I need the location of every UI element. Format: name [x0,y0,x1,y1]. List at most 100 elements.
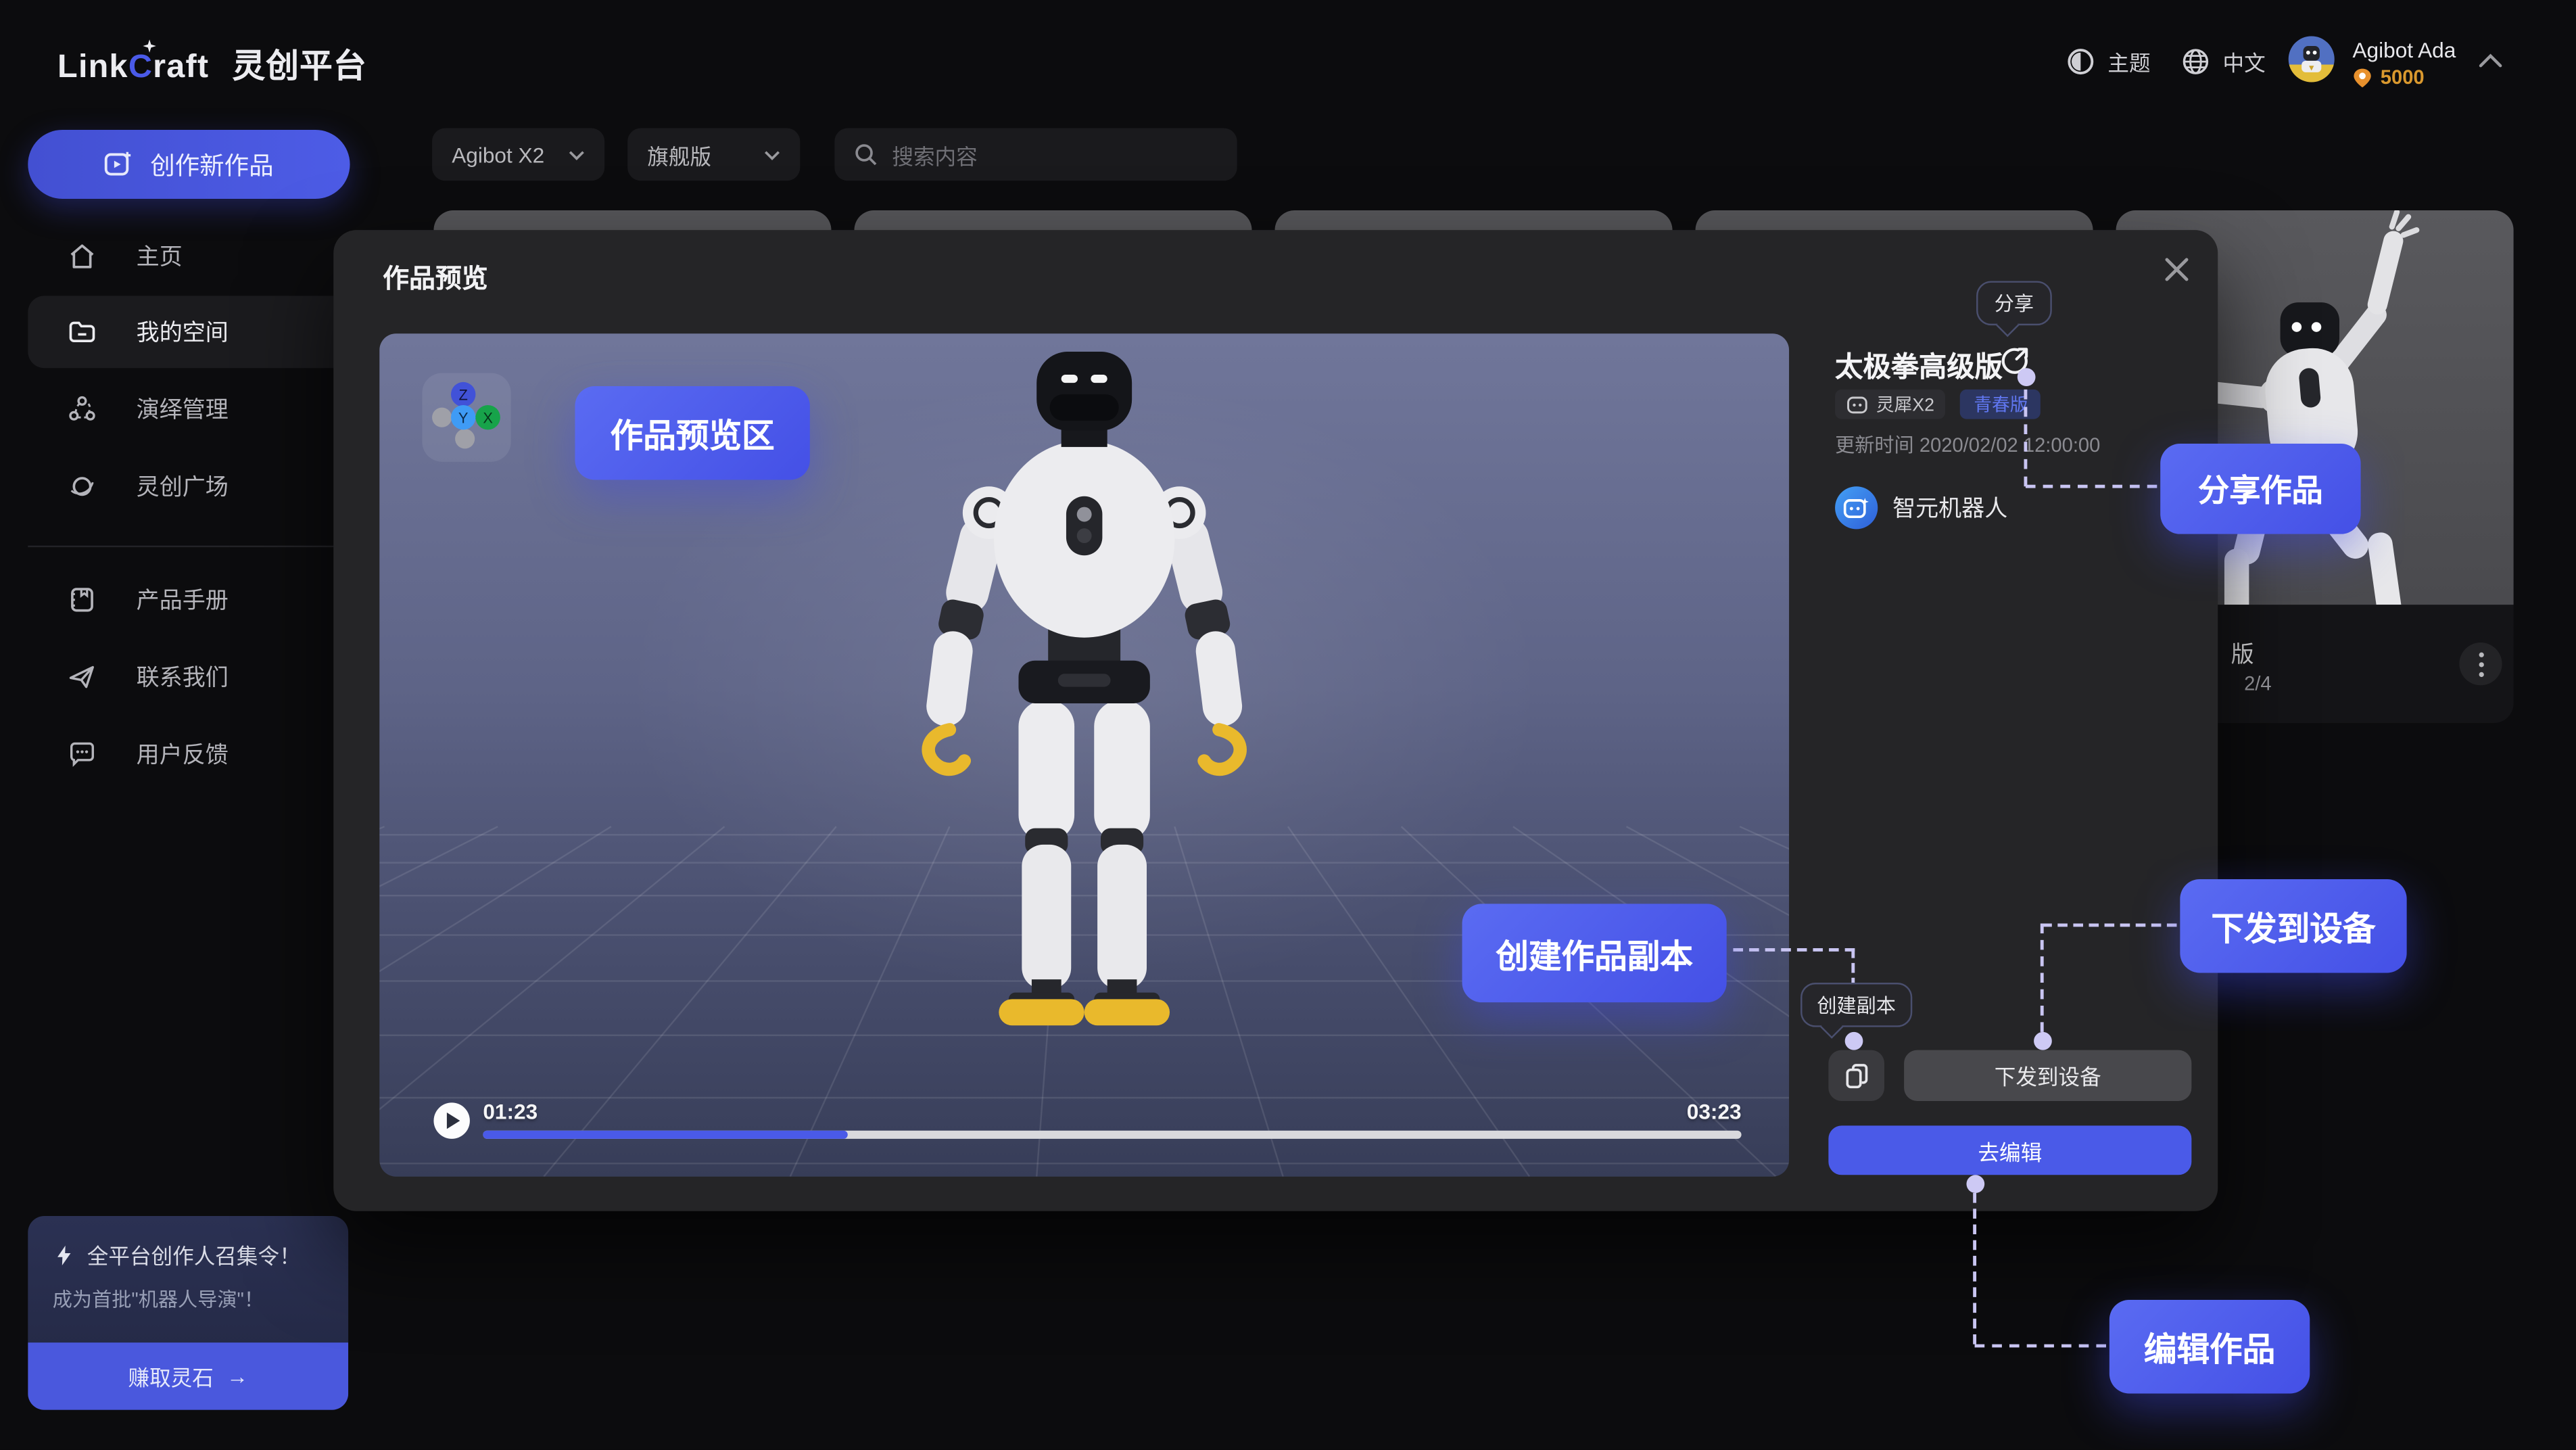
callout-preview-area: 作品预览区 [575,386,809,480]
creator-robot-icon [1843,496,1869,519]
edition-dropdown[interactable]: 旗舰版 [627,128,800,181]
copy-tooltip: 创建副本 [1800,983,1912,1027]
current-time: 01:23 [483,1100,538,1124]
callout-create-copy: 创建作品副本 [1462,904,1727,1002]
sidebar-item-home[interactable]: 主页 [28,220,350,293]
chevron-up-icon [2477,53,2504,69]
logo-text-link: Link [57,49,128,85]
callout-edit-work: 编辑作品 [2109,1300,2310,1393]
creator-call-banner: 全平台创作人召集令！ 成为首批"机器人导演"！ 赚取灵石 → [28,1216,348,1410]
banner-subtitle: 成为首批"机器人导演"！ [53,1285,348,1313]
folder-icon [68,317,97,347]
coin-balance: 5000 [2352,66,2424,89]
go-edit-button[interactable]: 去编辑 [1828,1125,2191,1175]
app-root: LinkCraft 灵创平台 创作新作品 主页 我的空间 演绎管理 灵创广场 产… [0,0,2576,1449]
language-switcher[interactable]: 中文 [2182,39,2266,82]
guide-line [1851,948,1855,987]
sidebar-item-feedback[interactable]: 用户反馈 [28,718,350,791]
chevron-down-icon [569,149,585,160]
creator-row[interactable]: 智元机器人 [1835,486,2007,529]
sidebar-item-label: 我的空间 [137,316,229,349]
search-placeholder: 搜索内容 [892,139,977,170]
work-card-count: 2/4 [2244,672,2272,695]
work-card-menu-button[interactable] [2459,642,2502,685]
edition-badge: 青春版 [1961,390,2041,419]
create-work-button[interactable]: 创作新作品 [28,130,350,199]
play-button[interactable] [433,1102,469,1138]
sidebar-item-performance[interactable]: 演绎管理 [28,373,350,446]
copy-tooltip-label: 创建副本 [1817,991,1896,1019]
copy-icon [1844,1062,1868,1089]
robot-head-icon [1846,395,1868,413]
work-badges: 灵犀X2 青春版 [1835,390,2041,419]
model-badge-label: 灵犀X2 [1876,391,1934,417]
banner-title: 全平台创作人召集令！ [87,1239,301,1270]
sidebar-divider [28,546,350,547]
guide-line [1973,1193,1976,1344]
sidebar-item-label: 用户反馈 [137,738,229,771]
create-video-icon [104,149,134,179]
logo-letter-c: C [128,49,153,85]
collapse-chevron[interactable] [2477,47,2504,77]
send-icon [68,662,97,692]
home-icon [68,241,97,271]
chat-icon [68,739,97,769]
sidebar-item-label: 主页 [137,240,183,273]
share-tooltip: 分享 [1976,281,2052,325]
book-icon [68,585,97,615]
progress-track[interactable] [483,1131,1741,1139]
deploy-button[interactable]: 下发到设备 [1904,1050,2191,1101]
edition-badge-label: 青春版 [1974,391,2028,417]
model-badge: 灵犀X2 [1835,390,1946,419]
sidebar-item-contact[interactable]: 联系我们 [28,641,350,714]
lightning-icon [53,1243,76,1266]
banner-title-row: 全平台创作人召集令！ [53,1239,348,1270]
callout-share-work-label: 分享作品 [2198,467,2323,511]
go-edit-button-label: 去编辑 [1978,1135,2042,1166]
sidebar-item-my-space[interactable]: 我的空间 [28,296,350,368]
sidebar-item-label: 联系我们 [137,661,229,694]
axis-gizmo[interactable]: Z Y X [422,373,510,462]
work-title: 太极拳高级版 [1835,344,2003,385]
sidebar-item-label: 灵创广场 [137,470,229,503]
edition-dropdown-value: 旗舰版 [647,139,711,170]
coin-count: 5000 [2381,66,2425,89]
globe-icon [2182,47,2210,74]
model-dropdown[interactable]: Agibot X2 [432,128,604,181]
callout-preview-area-label: 作品预览区 [611,409,775,457]
guide-line [1733,948,1855,952]
callout-deploy-device: 下发到设备 [2180,879,2406,973]
robot-3d-model [907,352,1262,1091]
guide-line [2026,485,2157,488]
callout-deploy-device-label: 下发到设备 [2212,902,2376,950]
modal-title: 作品预览 [383,256,488,296]
creator-name: 智元机器人 [1892,492,2007,525]
earn-gems-label: 赚取灵石 [128,1361,213,1392]
logo-text-raft: raft [153,49,209,85]
updated-time: 更新时间 2020/02/02 12:00:00 [1835,431,2100,459]
gizmo-label-y: Y [458,410,469,427]
star-icon [143,39,156,52]
search-icon [854,143,877,166]
copy-button[interactable] [1828,1050,1884,1101]
theme-label: 主题 [2107,45,2150,76]
search-input[interactable]: 搜索内容 [834,128,1237,181]
gizmo-axis-neg-z[interactable] [455,429,475,448]
callout-edit-work-label: 编辑作品 [2144,1323,2275,1370]
guide-dot [2034,1032,2052,1050]
theme-toggle[interactable]: 主题 [2067,39,2151,82]
earn-gems-button[interactable]: 赚取灵石 → [28,1342,348,1410]
callout-share-work: 分享作品 [2160,444,2360,534]
chevron-down-icon [764,149,780,160]
sidebar-item-manual[interactable]: 产品手册 [28,563,350,636]
user-avatar[interactable] [2289,36,2335,82]
total-time: 03:23 [1687,1100,1742,1124]
guide-dot [2018,368,2036,386]
gizmo-label-x: X [483,410,493,427]
progress-fill [483,1131,848,1139]
share-tooltip-label: 分享 [1995,289,2034,317]
gizmo-axis-neg-x[interactable] [432,408,452,427]
close-button[interactable] [2162,255,2195,288]
sidebar-item-plaza[interactable]: 灵创广场 [28,450,350,523]
avatar-robot-icon [2289,36,2335,82]
